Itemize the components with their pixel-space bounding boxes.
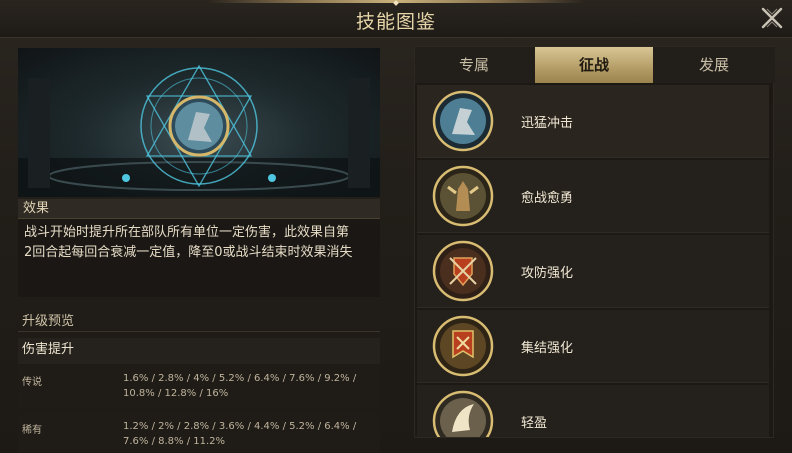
skill-list-panel: 专属 征战 发展 迅猛冲击 愈战愈勇 攻防强化 集结强化 轻盈 xyxy=(414,46,775,438)
tab-exclusive[interactable]: 专属 xyxy=(415,47,533,83)
upgrade-preview-header: 升级预览 xyxy=(18,312,380,332)
category-tabs: 专属 征战 发展 xyxy=(415,47,775,83)
berserker-warrior-icon xyxy=(432,165,494,227)
effect-description: 战斗开始时提升所在部队所有单位一定伤害，此效果自第 2回合起每回合衰减一定值，降… xyxy=(18,219,380,297)
tab-campaign[interactable]: 征战 xyxy=(535,47,653,83)
skill-name: 集结强化 xyxy=(521,341,574,356)
skill-item[interactable]: 迅猛冲击 xyxy=(417,85,769,158)
charging-knight-icon xyxy=(432,90,494,152)
effect-header: 效果 xyxy=(18,199,380,219)
skill-item[interactable]: 集结强化 xyxy=(417,310,769,383)
wing-icon xyxy=(432,390,494,437)
rarity-label: 传说 xyxy=(22,377,42,388)
skill-item[interactable]: 攻防强化 xyxy=(417,235,769,308)
rarity-row-legendary: 传说 1.6% / 2.8% / 4% / 5.2% / 6.4% / 7.6%… xyxy=(18,366,380,408)
tab-development[interactable]: 发展 xyxy=(655,47,773,83)
window-title: 技能图鉴 xyxy=(355,11,436,33)
banner-icon xyxy=(432,315,494,377)
title-bar: 技能图鉴 xyxy=(0,0,792,38)
rarity-label: 稀有 xyxy=(22,425,42,436)
effect-text-line-2: 2回合起每回合衰减一定值，降至0或战斗结束时效果消失 xyxy=(24,245,353,260)
skill-detail-panel: 效果 战斗开始时提升所在部队所有单位一定伤害，此效果自第 2回合起每回合衰减一定… xyxy=(18,48,380,453)
rarity-values: 1.6% / 2.8% / 4% / 5.2% / 6.4% / 7.6% / … xyxy=(123,373,357,399)
skill-name: 愈战愈勇 xyxy=(521,191,574,206)
sword-shield-icon xyxy=(432,240,494,302)
skill-list[interactable]: 迅猛冲击 愈战愈勇 攻防强化 集结强化 轻盈 xyxy=(415,85,775,437)
skill-item[interactable]: 轻盈 xyxy=(417,385,769,437)
skill-name: 攻防强化 xyxy=(521,266,574,281)
skill-item[interactable]: 愈战愈勇 xyxy=(417,160,769,233)
skill-codex-window: 技能图鉴 效果 战斗开始时提升所在部队所有单位一定伤害，此效果自第 2回合起每回… xyxy=(0,0,792,453)
rune-circle-art xyxy=(18,64,380,197)
effect-text-line-1: 战斗开始时提升所在部队所有单位一定伤害，此效果自第 xyxy=(24,225,350,240)
rarity-values: 1.2% / 2% / 2.8% / 3.6% / 4.4% / 5.2% / … xyxy=(123,421,357,447)
close-icon[interactable] xyxy=(758,4,786,32)
skill-banner xyxy=(18,48,380,197)
damage-boost-header: 伤害提升 xyxy=(18,338,380,364)
rarity-row-rare: 稀有 1.2% / 2% / 2.8% / 3.6% / 4.4% / 5.2%… xyxy=(18,414,380,453)
skill-name: 迅猛冲击 xyxy=(521,116,574,131)
skill-name: 轻盈 xyxy=(521,416,548,431)
